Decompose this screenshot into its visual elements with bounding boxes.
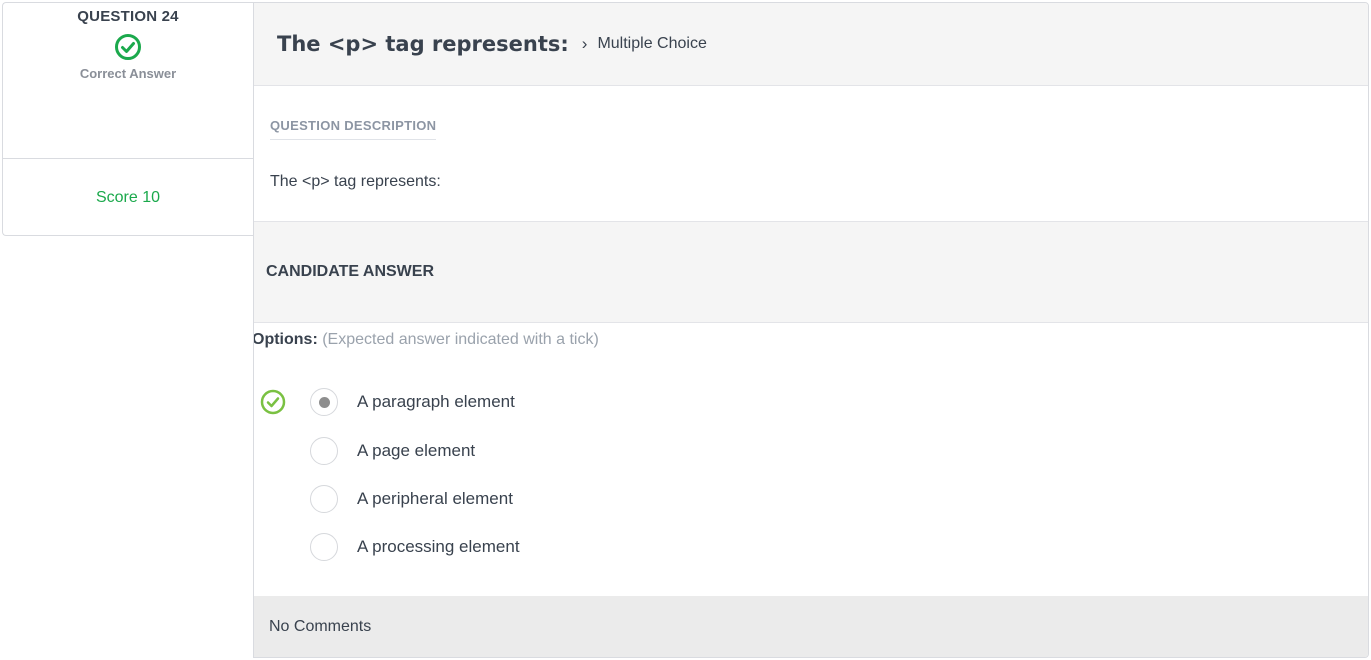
score-text: Score 10 — [95, 189, 161, 206]
options-label: Options: (Expected answer indicated with… — [253, 331, 599, 349]
option-label: A page element — [357, 441, 476, 460]
options-hint: (Expected answer indicated with a tick) — [322, 331, 599, 348]
expected-tick-icon — [260, 389, 286, 415]
check-circle-icon — [114, 33, 142, 66]
candidate-answer-heading: CANDIDATE ANSWER — [254, 222, 1368, 323]
option-item: A page element — [254, 436, 854, 466]
option-radio[interactable] — [310, 533, 338, 561]
status-text: Correct Answer — [79, 66, 177, 81]
question-number: QUESTION 24 — [77, 8, 179, 25]
options-section: Options: (Expected answer indicated with… — [254, 323, 1368, 595]
description-text: The <p> tag represents: — [270, 173, 441, 190]
summary-status: QUESTION 24 Correct Answer — [3, 3, 253, 159]
question-header: The <p> tag represents: › Multiple Choic… — [254, 3, 1368, 86]
description-label: QUESTION DESCRIPTION — [270, 118, 437, 140]
option-item: A paragraph element — [254, 387, 854, 417]
option-item: A peripheral element — [254, 484, 854, 514]
comments-section: No Comments — [254, 596, 1368, 657]
options-label-text: Options: — [253, 331, 318, 348]
question-summary-card: QUESTION 24 Correct Answer Score 10 — [2, 2, 253, 236]
question-description-section: QUESTION DESCRIPTION The <p> tag represe… — [254, 86, 1368, 222]
option-radio-selected[interactable] — [310, 388, 338, 416]
question-title: The <p> tag represents: — [277, 32, 569, 56]
option-label: A processing element — [357, 537, 520, 556]
option-item: A processing element — [254, 532, 854, 562]
option-label: A peripheral element — [357, 489, 513, 508]
option-label: A paragraph element — [357, 392, 515, 411]
question-type: Multiple Choice — [597, 35, 707, 52]
chevron-right-icon: › — [581, 34, 588, 53]
question-panel: The <p> tag represents: › Multiple Choic… — [253, 2, 1369, 658]
option-radio[interactable] — [310, 485, 338, 513]
radio-dot — [318, 396, 330, 408]
option-radio[interactable] — [310, 437, 338, 465]
